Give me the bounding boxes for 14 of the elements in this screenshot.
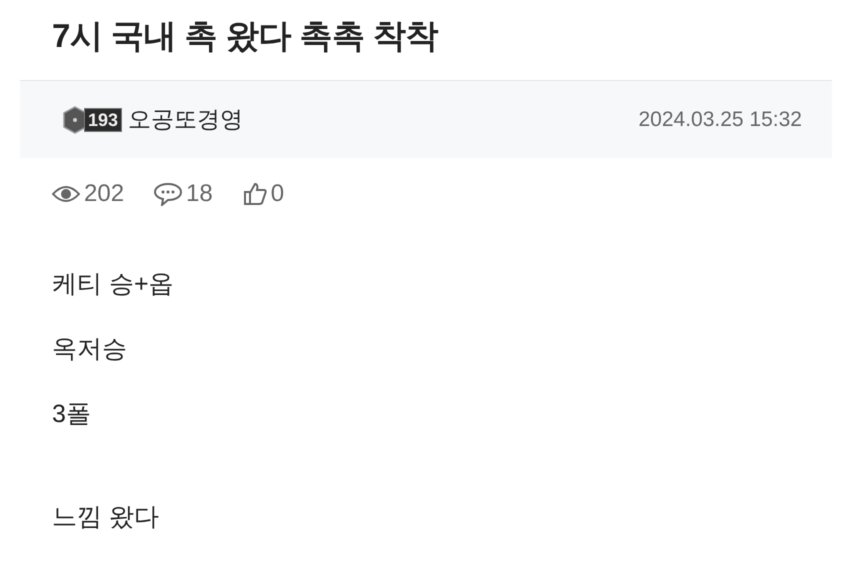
eye-icon (52, 184, 80, 204)
comment-icon (154, 182, 182, 206)
body-text: 케티 승+옵 (52, 269, 174, 300)
body-text: 3폴 (52, 399, 91, 430)
post-title: 7시 국내 촉 왔다 촉촉 착착 (51, 16, 440, 56)
view-count: 202 (84, 180, 124, 208)
body-text: 옥저승 (52, 334, 127, 365)
level-badge: 193 (84, 108, 122, 132)
like-count: 0 (270, 180, 284, 208)
author-name[interactable]: 오공또경영 (128, 104, 244, 135)
thumbs-up-icon[interactable] (242, 182, 267, 206)
comment-count: 18 (186, 180, 213, 208)
body-text: 느낌 왔다 (52, 502, 159, 533)
post-date: 2024.03.25 15:32 (638, 108, 802, 132)
